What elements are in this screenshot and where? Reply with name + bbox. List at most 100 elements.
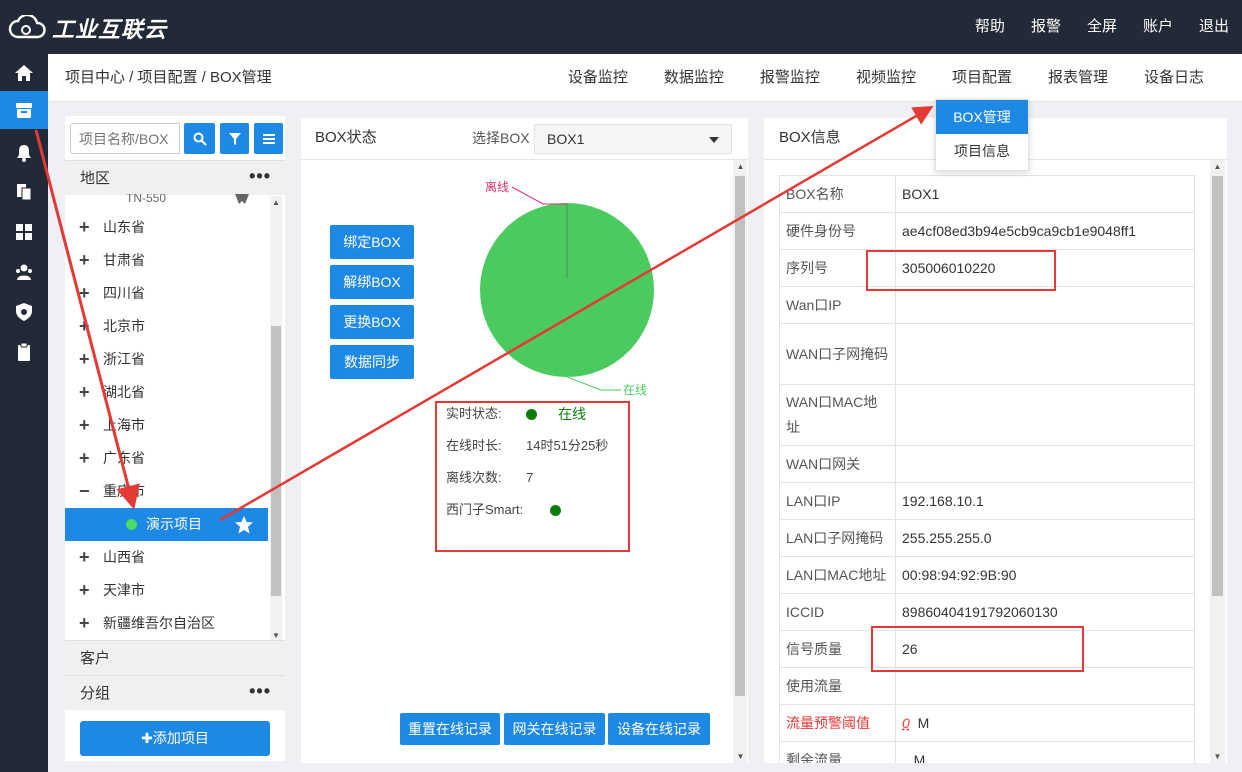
tree-item[interactable]: + 湖北省 [65, 376, 268, 409]
alarm-link[interactable]: 报警 [1018, 0, 1074, 54]
info-value: 89860404191792060130 [895, 593, 1195, 631]
region-header[interactable]: 地区 ••• [65, 160, 285, 195]
scroll-up-icon[interactable]: ▲ [733, 162, 748, 171]
logout-link[interactable]: 退出 [1186, 0, 1242, 54]
search-button[interactable] [184, 123, 215, 154]
tree-scrollbar[interactable]: ▲ ▼ [270, 196, 282, 642]
info-value [895, 445, 1195, 483]
expand-icon[interactable]: + [79, 211, 90, 244]
app-logo[interactable]: 工业互联云 [8, 12, 167, 44]
scroll-down-icon[interactable]: ▼ [270, 631, 282, 640]
tab-project-config[interactable]: 项目配置 [934, 54, 1030, 102]
threshold-input[interactable]: 0 [902, 715, 910, 731]
gateway-online-record-button[interactable]: 网关在线记录 [504, 713, 605, 745]
search-icon [193, 132, 207, 146]
info-key: 硬件身份号 [779, 212, 896, 250]
info-key: 剩余流量 [779, 741, 896, 763]
sidebar-dashboard[interactable] [0, 213, 48, 251]
annotation-box-status [435, 401, 630, 552]
info-value: ae4cf08ed3b94e5cb9ca9cb1e9048ff1 [895, 212, 1195, 250]
tab-device-monitor[interactable]: 设备监控 [550, 54, 646, 102]
tree-item[interactable]: + 广东省 [65, 442, 268, 475]
sidebar-project[interactable] [0, 91, 48, 129]
info-key: LAN口MAC地址 [779, 556, 896, 594]
expand-icon[interactable]: + [79, 343, 90, 376]
table-row: WAN口MAC地址 [779, 384, 1195, 446]
customer-header[interactable]: 客户 [65, 640, 285, 675]
fullscreen-link[interactable]: 全屏 [1074, 0, 1130, 54]
reset-online-record-button[interactable]: 重置在线记录 [400, 713, 500, 745]
sidebar-alarm[interactable] [0, 134, 48, 172]
menu-item-box-manage[interactable]: BOX管理 [936, 100, 1028, 134]
sidebar-users[interactable] [0, 253, 48, 291]
info-value: BOX1 [895, 175, 1195, 213]
tree-item[interactable]: + 四川省 [65, 277, 268, 310]
tree-item-label: 山西省 [103, 549, 145, 565]
center-scrollbar[interactable]: ▲ ▼ [733, 160, 747, 763]
scroll-thumb[interactable] [735, 176, 745, 696]
expand-icon[interactable]: + [79, 376, 90, 409]
filter-button[interactable] [220, 123, 249, 154]
scroll-thumb[interactable] [271, 326, 281, 596]
pie-label-online: 在线 [623, 383, 647, 397]
tab-report-manage[interactable]: 报表管理 [1030, 54, 1126, 102]
menu-button[interactable] [254, 123, 283, 154]
star-icon[interactable] [235, 194, 249, 204]
info-scrollbar[interactable]: ▲ ▼ [1210, 160, 1225, 763]
table-row: Wan口IP [779, 286, 1195, 324]
expand-icon[interactable]: + [79, 541, 90, 574]
tab-data-monitor[interactable]: 数据监控 [646, 54, 742, 102]
collapse-icon[interactable]: − [79, 475, 90, 508]
scroll-up-icon[interactable]: ▲ [270, 198, 282, 207]
top-nav: 帮助 报警 全屏 账户 退出 [962, 0, 1242, 54]
scroll-down-icon[interactable]: ▼ [733, 752, 748, 761]
tree-item[interactable]: + 上海市 [65, 409, 268, 442]
device-online-record-button[interactable]: 设备在线记录 [608, 713, 710, 745]
account-link[interactable]: 账户 [1130, 0, 1186, 54]
table-row: LAN口IP 192.168.10.1 [779, 482, 1195, 520]
tree-item[interactable]: + 北京市 [65, 310, 268, 343]
star-icon[interactable] [234, 515, 254, 535]
expand-icon[interactable]: + [79, 244, 90, 277]
menu-item-project-info[interactable]: 项目信息 [936, 134, 1028, 168]
scroll-down-icon[interactable]: ▼ [1210, 752, 1225, 761]
bell-icon [17, 145, 31, 162]
sidebar-tasks[interactable] [0, 333, 48, 371]
tree-item[interactable]: + 山西省 [65, 541, 268, 574]
project-tree-panel: 地区 ••• TN-550 + 山东省 + 甘肃省 + 四川省 + 北京市 + 浙江省 +… [65, 116, 285, 761]
sidebar-security[interactable] [0, 293, 48, 331]
info-value: 255.255.255.0 [895, 519, 1195, 557]
tree-item[interactable]: + 天津市 [65, 574, 268, 607]
info-value: 00:98:94:92:9B:90 [895, 556, 1195, 594]
search-input[interactable] [70, 123, 180, 154]
unit-label: M [913, 752, 926, 763]
expand-icon[interactable]: + [79, 277, 90, 310]
scroll-up-icon[interactable]: ▲ [1210, 162, 1225, 171]
scroll-thumb[interactable] [1212, 176, 1223, 596]
tree-item[interactable]: + 甘肃省 [65, 244, 268, 277]
expand-icon[interactable]: + [79, 442, 90, 475]
sidebar-copy[interactable] [0, 173, 48, 211]
tab-alarm-monitor[interactable]: 报警监控 [742, 54, 838, 102]
tab-video-monitor[interactable]: 视频监控 [838, 54, 934, 102]
table-row: LAN口MAC地址 00:98:94:92:9B:90 [779, 556, 1195, 594]
expand-icon[interactable]: + [79, 409, 90, 442]
expand-icon[interactable]: + [79, 574, 90, 607]
group-more-icon[interactable]: ••• [249, 676, 271, 706]
sidebar-home[interactable] [0, 54, 48, 92]
tree-item[interactable]: − 重庆市 [65, 475, 268, 508]
tree-item[interactable]: + 新疆维吾尔自治区 [65, 607, 268, 640]
tree-item-selected[interactable]: 演示项目 [65, 508, 268, 541]
tree-item[interactable]: + 山东省 [65, 211, 268, 244]
group-header[interactable]: 分组 ••• [65, 675, 285, 710]
expand-icon[interactable]: + [79, 310, 90, 343]
online-status-pie-chart: 离线在线 [480, 179, 654, 397]
region-more-icon[interactable]: ••• [249, 161, 271, 191]
breadcrumb[interactable]: 项目中心 / 项目配置 / BOX管理 [65, 54, 272, 102]
help-link[interactable]: 帮助 [962, 0, 1018, 54]
tree-item[interactable]: + 浙江省 [65, 343, 268, 376]
expand-icon[interactable]: + [79, 607, 90, 640]
info-value[interactable]: 0 M [895, 704, 1195, 742]
tab-device-log[interactable]: 设备日志 [1126, 54, 1222, 102]
add-project-button[interactable]: ✚添加项目 [80, 721, 270, 756]
